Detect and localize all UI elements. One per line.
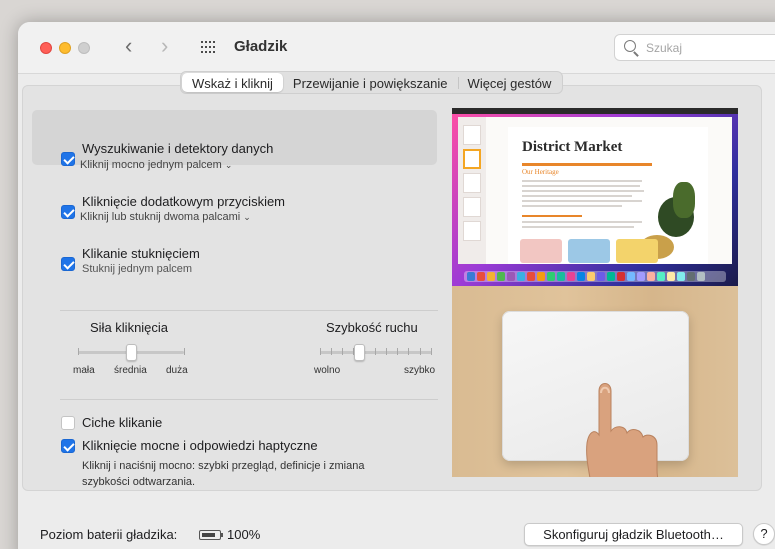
force-click-title: Kliknięcie mocne i odpowiedzi haptyczne — [82, 438, 318, 453]
lookup-checkbox[interactable] — [61, 152, 75, 166]
option-lookup-data-detectors[interactable] — [32, 110, 437, 165]
thumbnail — [463, 221, 481, 241]
text-line — [522, 190, 644, 192]
click-force-knob[interactable] — [126, 344, 137, 361]
page-thumbnails — [458, 117, 486, 264]
text-line — [522, 221, 642, 223]
tab-more-gestures[interactable]: Więcej gestów — [457, 73, 562, 92]
text-line — [522, 185, 640, 187]
tick-mark — [397, 348, 398, 355]
search-input[interactable] — [646, 38, 775, 58]
search-field[interactable] — [614, 34, 775, 61]
document-title: District Market — [522, 139, 623, 155]
tick-mark — [331, 348, 332, 355]
chevron-down-icon: ⌄ — [224, 160, 233, 170]
tick-mark — [408, 348, 409, 355]
text-line — [522, 200, 642, 202]
tap-to-click-subtitle: Stuknij jednym palcem — [82, 263, 193, 275]
text-line — [522, 180, 642, 182]
back-chevron-icon[interactable]: ‹ — [125, 34, 132, 58]
battery-level-label: Poziom baterii gładzika: — [40, 527, 178, 542]
thumbnail — [463, 149, 481, 169]
tracking-speed-max-label: szybko — [404, 365, 436, 376]
chevron-down-icon: ⌄ — [243, 212, 251, 222]
secondary-click-title: Kliknięcie dodatkowym przyciskiem — [82, 194, 286, 209]
click-force-mid-label: średnia — [114, 365, 147, 376]
tab-point-and-click[interactable]: Wskaż i kliknij — [182, 73, 283, 92]
tracking-speed-min-label: wolno — [314, 365, 341, 376]
click-force-max-label: duża — [166, 365, 188, 376]
help-button[interactable]: ? — [753, 523, 775, 545]
card — [568, 239, 610, 263]
tick-mark — [78, 348, 79, 355]
tab-scroll-and-zoom[interactable]: Przewijanie i powiększanie — [283, 73, 458, 92]
menu-bar — [452, 108, 738, 114]
battery-icon — [199, 530, 223, 540]
card — [616, 239, 658, 263]
dock — [464, 271, 726, 282]
battery-percent: 100% — [227, 527, 261, 542]
show-all-grid-icon[interactable] — [201, 41, 217, 55]
thumbnail — [463, 125, 481, 145]
force-click-description-line1: Kliknij i naciśnij mocno: szybki przeglą… — [82, 460, 365, 472]
hand-image — [586, 383, 659, 477]
rule — [522, 163, 652, 166]
tab-bar: Wskaż i kliknij Przewijanie i powiększan… — [180, 71, 564, 94]
title-bar: ‹ › Gładzik — [18, 22, 775, 74]
secondary-click-subtitle: Kliknij lub stuknij dwoma palcami — [80, 211, 241, 223]
tick-mark — [184, 348, 185, 355]
forward-chevron-icon[interactable]: › — [161, 34, 168, 58]
tick-mark — [320, 348, 321, 355]
tick-mark — [342, 348, 343, 355]
secondary-click-subtitle-dropdown[interactable]: Kliknij lub stuknij dwoma palcami ⌄ — [80, 211, 251, 223]
text-line — [522, 226, 634, 228]
tracking-speed-track[interactable] — [320, 351, 432, 354]
silent-clicking-checkbox[interactable] — [61, 416, 75, 430]
card — [520, 239, 562, 263]
minimize-button[interactable] — [59, 42, 71, 54]
tap-to-click-checkbox[interactable] — [61, 257, 75, 271]
tracking-speed-label: Szybkość ruchu — [326, 320, 418, 335]
setup-bluetooth-trackpad-button[interactable]: Skonfiguruj gładzik Bluetooth… — [524, 523, 743, 546]
lookup-subtitle: Kliknij mocno jednym palcem — [80, 159, 222, 171]
tick-mark — [386, 348, 387, 355]
text-line — [522, 195, 632, 197]
preview-screen: District Market Our Heritage — [452, 108, 738, 286]
force-click-checkbox[interactable] — [61, 439, 75, 453]
lookup-title: Wyszukiwanie i detektory danych — [82, 141, 274, 156]
gesture-preview-video: District Market Our Heritage — [452, 108, 738, 477]
divider — [60, 399, 438, 400]
search-icon — [624, 40, 636, 52]
click-force-min-label: mała — [73, 365, 95, 376]
tracking-speed-knob[interactable] — [354, 344, 365, 361]
tap-to-click-title: Klikanie stuknięciem — [82, 246, 200, 261]
click-force-label: Siła kliknięcia — [90, 320, 169, 335]
tick-mark — [375, 348, 376, 355]
thumbnail — [463, 197, 481, 217]
text-line — [522, 215, 582, 217]
vegetable-image — [673, 182, 695, 218]
document-heading: Our Heritage — [522, 168, 559, 176]
tick-mark — [431, 348, 432, 355]
close-button[interactable] — [40, 42, 52, 54]
preview-document-window: District Market Our Heritage — [458, 117, 732, 264]
window-title: Gładzik — [234, 38, 288, 55]
text-line — [522, 205, 622, 207]
thumbnail — [463, 173, 481, 193]
document-page: District Market Our Heritage — [508, 127, 708, 264]
secondary-click-checkbox[interactable] — [61, 205, 75, 219]
force-click-description-line2: szybkości odtwarzania. — [82, 476, 196, 488]
tick-mark — [420, 348, 421, 355]
divider — [60, 310, 438, 311]
wooden-desk — [452, 286, 738, 477]
lookup-subtitle-dropdown[interactable]: Kliknij mocno jednym palcem ⌄ — [80, 159, 232, 171]
silent-clicking-title: Ciche klikanie — [82, 415, 163, 430]
zoom-button[interactable] — [78, 42, 90, 54]
